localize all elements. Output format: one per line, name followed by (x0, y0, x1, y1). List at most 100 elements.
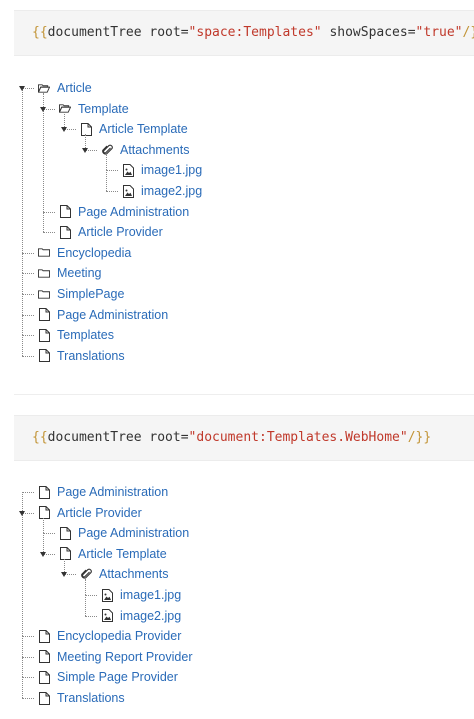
tree-node[interactable]: Article (38, 78, 92, 98)
tree-node[interactable]: Template (59, 99, 129, 119)
tree-guide-line (22, 252, 23, 274)
tree-guide-line (22, 273, 23, 294)
tree-node[interactable]: image1.jpg (101, 585, 181, 605)
expand-toggle-icon[interactable] (19, 86, 25, 91)
file-icon (38, 650, 50, 664)
tree-node-link[interactable]: Article Provider (78, 225, 163, 239)
tree-node[interactable]: Meeting Report Provider (38, 647, 192, 667)
tree-node[interactable]: Encyclopedia Provider (38, 626, 181, 646)
tree-node-link[interactable]: Template (78, 102, 129, 116)
tree-node-link[interactable]: Page Administration (57, 485, 168, 499)
tree-node-link[interactable]: Article Provider (57, 506, 142, 520)
tree-node-link[interactable]: Page Administration (57, 308, 168, 322)
image-icon (122, 163, 134, 177)
folder-open-icon (59, 102, 71, 116)
tree-guide-stub (43, 211, 55, 213)
tree-node-link[interactable]: Attachments (99, 567, 168, 581)
tree-node-link[interactable]: image2.jpg (141, 184, 202, 198)
tree-node[interactable]: Translations (38, 688, 125, 708)
tree-node[interactable]: SimplePage (38, 284, 124, 304)
tree-guide-line (85, 579, 86, 595)
file-icon (38, 308, 50, 322)
tree-node[interactable]: Meeting (38, 263, 101, 283)
tree-guide-stub (22, 656, 34, 658)
tree-node-link[interactable]: Attachments (120, 143, 189, 157)
tree-guide-line (22, 512, 23, 637)
tree-node-link[interactable]: image2.jpg (120, 609, 181, 623)
tree-guide-stub (22, 294, 34, 295)
tree-node[interactable]: Encyclopedia (38, 243, 131, 263)
folder-open-icon (38, 81, 50, 95)
image-icon (122, 184, 134, 198)
tree-node-link[interactable]: Translations (57, 691, 125, 705)
tree-guide-line (43, 211, 44, 233)
tree-guide-stub (22, 252, 34, 254)
tree-guide-stub (22, 492, 34, 493)
tree-guide-stub (22, 698, 34, 699)
tree-node-link[interactable]: image1.jpg (141, 163, 202, 177)
file-icon (38, 485, 50, 499)
file-icon (38, 691, 50, 705)
tree-guide-stub (106, 191, 118, 192)
folder-icon (38, 246, 50, 260)
tree-node[interactable]: Attachments (101, 140, 189, 160)
expand-toggle-icon[interactable] (40, 551, 46, 557)
tree-node[interactable]: Page Administration (59, 523, 189, 543)
tree-node[interactable]: Page Administration (59, 202, 189, 222)
tree-node-link[interactable]: Article (57, 81, 92, 95)
tree-guide-stub (85, 615, 97, 617)
tree-node-link[interactable]: Encyclopedia (57, 246, 131, 260)
expand-toggle-icon[interactable] (19, 510, 25, 516)
tree-node[interactable]: Article Template (59, 544, 167, 564)
tree-guide-stub (106, 170, 118, 172)
tree-node-link[interactable]: SimplePage (57, 287, 124, 301)
tree-node[interactable]: Attachments (80, 564, 168, 584)
tree-guide-line (22, 314, 23, 336)
tree-guide-line (22, 656, 23, 678)
tree-node-link[interactable]: image1.jpg (120, 588, 181, 602)
tree-node-link[interactable]: Translations (57, 349, 125, 363)
tree-node[interactable]: Page Administration (38, 482, 168, 502)
tree-node-link[interactable]: Article Template (99, 122, 188, 136)
tree-node-link[interactable]: Meeting Report Provider (57, 650, 192, 664)
tree-guide-stub (43, 232, 55, 234)
tree-guide-line (43, 108, 44, 212)
tree-node[interactable]: Page Administration (38, 305, 168, 325)
expand-toggle-icon[interactable] (82, 147, 88, 153)
tree-node[interactable]: Article Provider (38, 503, 142, 523)
tree-node-link[interactable]: Templates (57, 328, 114, 342)
tree-node-link[interactable]: Page Administration (78, 205, 189, 219)
expand-toggle-icon[interactable] (61, 572, 67, 578)
file-icon (59, 526, 71, 540)
tree-guide-line (22, 294, 23, 315)
tree-guide-stub (43, 533, 55, 535)
tree-node[interactable]: Simple Page Provider (38, 667, 178, 687)
tree-node[interactable]: Templates (38, 325, 114, 345)
tree-node[interactable]: Translations (38, 346, 125, 366)
image-icon (101, 588, 113, 602)
tree-node-link[interactable]: Meeting (57, 266, 101, 280)
tree-node[interactable]: image2.jpg (101, 606, 181, 626)
file-icon (38, 670, 50, 684)
tree-node-link[interactable]: Page Administration (78, 526, 189, 540)
tree-node[interactable]: image1.jpg (122, 160, 202, 180)
folder-icon (38, 287, 50, 301)
tree-guide-stub (22, 636, 34, 638)
tree-node-link[interactable]: Simple Page Provider (57, 670, 178, 684)
paperclip-icon (80, 567, 92, 581)
tree-node[interactable]: image2.jpg (122, 181, 202, 201)
expand-toggle-icon[interactable] (61, 127, 67, 133)
document-tree-layer: Article Template Article Template Attachmen… (0, 0, 474, 719)
tree-node[interactable]: Article Provider (59, 222, 163, 242)
tree-node-link[interactable]: Article Template (78, 547, 167, 561)
file-icon (80, 122, 92, 136)
tree-guide-stub (22, 355, 34, 357)
expand-toggle-icon[interactable] (40, 106, 46, 112)
file-icon (38, 328, 50, 342)
tree-guide-stub (85, 595, 97, 596)
tree-node-link[interactable]: Encyclopedia Provider (57, 629, 181, 643)
tree-guide-line (43, 517, 44, 534)
tree-guide-stub (22, 273, 34, 275)
file-icon (38, 349, 50, 363)
tree-node[interactable]: Article Template (80, 119, 188, 139)
